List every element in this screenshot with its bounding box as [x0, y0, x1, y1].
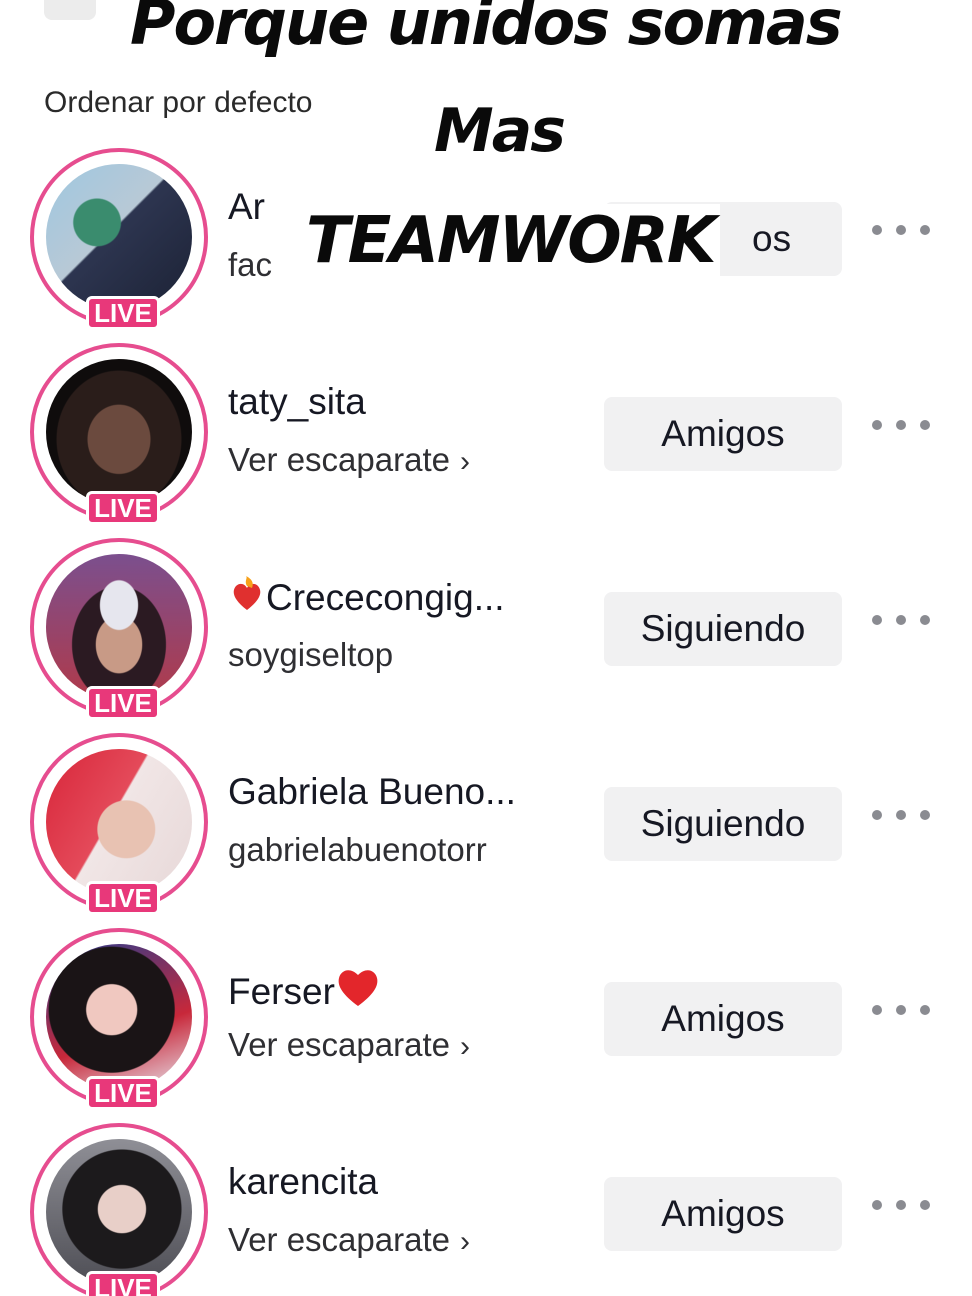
caption-line-3: TEAMWORK [300, 204, 721, 278]
showcase-link-label: Ver escaparate [228, 1221, 450, 1258]
showcase-link[interactable]: Ver escaparate › [228, 1026, 470, 1064]
chevron-right-icon: › [459, 445, 470, 478]
username: fac [228, 246, 273, 283]
sort-dropdown[interactable]: Ordenar por defecto [44, 86, 313, 120]
list-item[interactable]: LIVE taty_sita Ver escaparate › Amigos [0, 343, 972, 538]
showcase-link[interactable]: Ver escaparate › [228, 1221, 470, 1259]
chevron-right-icon: › [459, 1225, 470, 1258]
live-badge: LIVE [86, 881, 160, 915]
relationship-button[interactable]: Amigos [604, 1177, 842, 1251]
display-name[interactable]: Crececongig... [228, 576, 505, 619]
avatar[interactable]: LIVE [30, 148, 208, 330]
display-name-text: Ferser [228, 971, 335, 1012]
display-name[interactable]: taty_sita [228, 381, 366, 423]
more-horizontal-icon[interactable] [872, 610, 930, 630]
list-item[interactable]: LIVE karencita Ver escaparate › Amigos [0, 1123, 972, 1296]
display-name[interactable]: Gabriela Bueno... [228, 771, 516, 813]
more-horizontal-icon[interactable] [872, 1000, 930, 1020]
more-horizontal-icon[interactable] [872, 220, 930, 240]
live-badge: LIVE [86, 296, 160, 330]
caption-line-1: Porque unidos somas [130, 0, 843, 59]
live-badge: LIVE [86, 491, 160, 525]
caption-line-2: Mas [434, 96, 566, 166]
avatar[interactable]: LIVE [30, 733, 208, 915]
live-badge: LIVE [86, 686, 160, 720]
header-remnant [44, 0, 96, 20]
more-horizontal-icon[interactable] [872, 1195, 930, 1215]
showcase-link-label: Ver escaparate [228, 441, 450, 478]
relationship-button[interactable]: Siguiendo [604, 787, 842, 861]
relationship-button[interactable]: Amigos [604, 982, 842, 1056]
avatar[interactable]: LIVE [30, 1123, 208, 1296]
list-item[interactable]: LIVE Ferser Ver escaparate › Amigos [0, 928, 972, 1123]
live-badge: LIVE [86, 1076, 160, 1110]
display-name[interactable]: Ferser [228, 966, 381, 1013]
chevron-right-icon: › [459, 1030, 470, 1063]
showcase-link-label: Ver escaparate [228, 1026, 450, 1063]
list-item[interactable]: LIVE Crececongig... soygiseltop Siguiend… [0, 538, 972, 733]
avatar[interactable]: LIVE [30, 343, 208, 525]
more-horizontal-icon[interactable] [872, 805, 930, 825]
more-horizontal-icon[interactable] [872, 415, 930, 435]
relationship-button[interactable]: Siguiendo [604, 592, 842, 666]
username: soygiseltop [228, 636, 394, 673]
showcase-link[interactable]: Ver escaparate › [228, 441, 470, 479]
username: gabrielabuenotorr [228, 831, 487, 868]
avatar[interactable]: LIVE [30, 928, 208, 1110]
display-name[interactable]: Ar [228, 186, 265, 228]
relationship-button[interactable]: Amigos [604, 397, 842, 471]
avatar[interactable]: LIVE [30, 538, 208, 720]
display-name-text: Crececongig... [266, 577, 505, 618]
display-name[interactable]: karencita [228, 1161, 378, 1203]
live-badge: LIVE [86, 1271, 160, 1296]
list-item[interactable]: LIVE Gabriela Bueno... gabrielabuenotorr… [0, 733, 972, 928]
fire-heart-icon [233, 576, 261, 610]
red-heart-icon [338, 970, 378, 1006]
